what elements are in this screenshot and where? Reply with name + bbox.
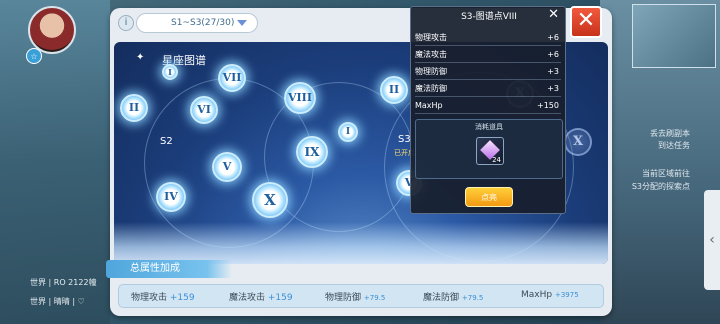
- popup-stat-row: 物理防御 +3: [415, 63, 561, 80]
- stat-value: +3: [547, 84, 559, 93]
- star-node[interactable]: VI: [190, 96, 218, 124]
- item-slot[interactable]: 24: [476, 137, 504, 165]
- star-node[interactable]: IX: [296, 136, 328, 168]
- confirm-light-button[interactable]: 点亮: [465, 187, 513, 207]
- segment-dropdown[interactable]: S1~S3(27/30): [136, 13, 258, 33]
- player-level-badge: ☆: [26, 48, 42, 64]
- sparkle-icon: ✦: [136, 52, 145, 63]
- star-node[interactable]: I: [338, 122, 358, 142]
- star-node[interactable]: VIII: [284, 82, 316, 114]
- segment-label-s2: S2: [160, 136, 173, 147]
- stat-name: 魔法防御: [423, 293, 460, 303]
- total-stat-physical-attack: 物理攻击 +159: [131, 290, 195, 303]
- quest-label[interactable]: 当前区域前往: [642, 168, 690, 179]
- stat-name: 魔法防御: [415, 84, 447, 93]
- stat-name: 物理攻击: [415, 33, 447, 42]
- minimap[interactable]: [632, 4, 716, 68]
- total-stat-physical-defense: 物理防御 +79.5: [325, 290, 385, 303]
- segment-dropdown-value: S1~S3(27/30): [171, 18, 235, 28]
- stat-name: MaxHp: [415, 101, 443, 110]
- chat-line[interactable]: 世界 | 晴晴 | ♡: [30, 296, 85, 307]
- consume-item-box: 消耗道具 24: [415, 119, 563, 179]
- info-icon[interactable]: i: [118, 15, 134, 31]
- star-node[interactable]: V: [212, 152, 242, 182]
- stat-name: 物理防御: [415, 67, 447, 76]
- player-avatar[interactable]: [28, 6, 76, 54]
- stat-value: +150: [537, 101, 559, 110]
- total-stats-tab: 总属性加成: [106, 260, 232, 278]
- stat-value: +6: [547, 33, 559, 42]
- stat-value: +3975: [554, 291, 579, 299]
- stat-value: +3: [547, 67, 559, 76]
- popup-title: S3-图谱点VIII: [461, 12, 517, 22]
- popup-stat-row: MaxHp +150: [415, 97, 561, 114]
- chat-line[interactable]: 世界 | RO 2122幢: [30, 277, 97, 288]
- total-stats-bar: 物理攻击 +159 魔法攻击 +159 物理防御 +79.5 魔法防御 +79.…: [118, 284, 604, 308]
- segment-label-s3: S3: [398, 134, 411, 145]
- stat-name: 魔法攻击: [415, 50, 447, 59]
- stat-value: +159: [169, 293, 195, 303]
- quest-label[interactable]: 到达任务: [658, 140, 690, 151]
- close-panel-button[interactable]: ✕: [570, 6, 602, 38]
- stat-value: +6: [547, 50, 559, 59]
- popup-close-icon[interactable]: ✕: [548, 7, 559, 22]
- stat-value: +79.5: [363, 294, 386, 302]
- star-node-locked[interactable]: X: [564, 128, 592, 156]
- chevron-down-icon: [237, 20, 247, 26]
- side-expand-arrow-icon[interactable]: ‹: [704, 190, 720, 290]
- stat-name: MaxHp: [521, 290, 553, 300]
- stat-value: +79.5: [461, 294, 484, 302]
- item-count: 24: [492, 156, 501, 164]
- star-node[interactable]: II: [380, 76, 408, 104]
- stat-name: 魔法攻击: [229, 293, 266, 303]
- cloud-decoration: [114, 222, 608, 264]
- star-node[interactable]: VII: [218, 64, 246, 92]
- popup-stat-row: 魔法攻击 +6: [415, 46, 561, 63]
- quest-label[interactable]: S3分配的探索点: [632, 181, 690, 192]
- stat-value: +159: [267, 293, 293, 303]
- star-node[interactable]: IV: [156, 182, 186, 212]
- total-stat-magic-defense: 魔法防御 +79.5: [423, 290, 483, 303]
- stat-name: 物理攻击: [131, 293, 168, 303]
- total-stat-maxhp: MaxHp +3975: [521, 290, 579, 300]
- star-node[interactable]: I: [162, 64, 178, 80]
- star-node[interactable]: X: [252, 182, 288, 218]
- node-detail-popup: S3-图谱点VIII ✕ 物理攻击 +6 魔法攻击 +6 物理防御 +3 魔法防…: [410, 6, 566, 214]
- quest-label[interactable]: 丢去刷副本: [650, 128, 690, 139]
- total-stat-magic-attack: 魔法攻击 +159: [229, 290, 293, 303]
- popup-stat-row: 魔法防御 +3: [415, 80, 561, 97]
- stat-name: 物理防御: [325, 293, 362, 303]
- star-node[interactable]: II: [120, 94, 148, 122]
- consume-title: 消耗道具: [475, 123, 503, 131]
- popup-stat-row: 物理攻击 +6: [415, 29, 561, 46]
